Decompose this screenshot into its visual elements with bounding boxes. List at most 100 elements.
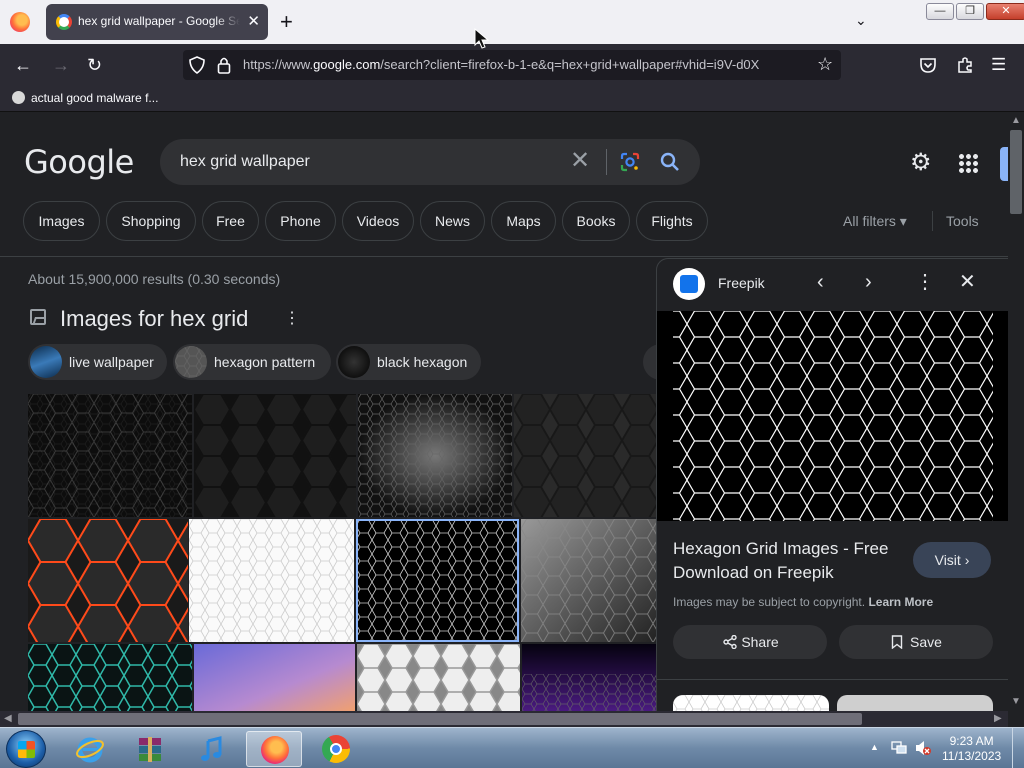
- winrar-icon: [139, 737, 161, 762]
- chip-label: hexagon pattern: [214, 354, 316, 370]
- related-chip-black-hexagon[interactable]: black hexagon: [336, 344, 481, 380]
- pocket-icon[interactable]: [919, 56, 937, 74]
- save-button[interactable]: Save: [839, 625, 993, 659]
- share-button[interactable]: Share: [673, 625, 827, 659]
- google-logo[interactable]: Google: [24, 143, 134, 181]
- taskbar-winrar[interactable]: [122, 731, 178, 767]
- bookmark-item[interactable]: actual good malware f...: [12, 91, 158, 105]
- tools-button[interactable]: Tools: [946, 213, 979, 229]
- image-result[interactable]: [194, 644, 355, 711]
- chrome-icon: [322, 735, 350, 763]
- images-heading[interactable]: Images for hex grid: [60, 306, 248, 332]
- all-filters-label: All filters: [843, 213, 896, 229]
- chip-news[interactable]: News: [420, 201, 485, 241]
- firefox-logo-icon[interactable]: [10, 12, 30, 32]
- image-result[interactable]: [357, 644, 520, 711]
- source-name[interactable]: Freepik: [718, 275, 765, 291]
- chip-flights[interactable]: Flights: [636, 201, 708, 241]
- image-result[interactable]: [522, 644, 656, 711]
- next-image-icon[interactable]: ›: [865, 271, 872, 293]
- horizontal-scroll-thumb[interactable]: [18, 713, 862, 725]
- forward-icon[interactable]: →: [52, 54, 70, 76]
- all-filters-button[interactable]: All filters ▾: [843, 213, 907, 230]
- learn-more-link[interactable]: Learn More: [868, 595, 933, 609]
- lock-icon[interactable]: [217, 56, 231, 74]
- settings-gear-icon[interactable]: ⚙: [910, 151, 932, 175]
- image-icon: [30, 309, 46, 325]
- image-title[interactable]: Hexagon Grid Images - Free Download on F…: [673, 537, 903, 585]
- chip-free[interactable]: Free: [202, 201, 259, 241]
- chip-phone[interactable]: Phone: [265, 201, 336, 241]
- new-tab-icon[interactable]: +: [280, 10, 293, 34]
- app-menu-icon[interactable]: ☰: [991, 54, 1006, 76]
- visit-button[interactable]: Visit ›: [913, 542, 991, 578]
- related-chip-live-wallpaper[interactable]: live wallpaper: [28, 344, 167, 380]
- more-options-icon[interactable]: ⋮: [915, 271, 935, 293]
- image-result[interactable]: [521, 519, 656, 642]
- search-input[interactable]: hex grid wallpaper: [180, 153, 310, 171]
- taskbar-itunes[interactable]: [184, 731, 240, 767]
- scroll-left-arrow-icon[interactable]: ◀: [4, 713, 12, 724]
- visit-label: Visit: [934, 552, 961, 568]
- image-result[interactable]: [194, 394, 356, 517]
- close-window-button[interactable]: ✕: [986, 3, 1024, 20]
- clear-search-icon[interactable]: ✕: [570, 148, 590, 174]
- image-result[interactable]: [358, 394, 512, 517]
- list-all-tabs-icon[interactable]: ⌄: [855, 12, 867, 29]
- chip-videos[interactable]: Videos: [342, 201, 414, 241]
- previous-image-icon[interactable]: ‹: [817, 271, 824, 293]
- chip-images[interactable]: Images: [23, 201, 100, 241]
- image-result[interactable]: [28, 394, 192, 517]
- extensions-icon[interactable]: [956, 56, 974, 74]
- tab-active[interactable]: hex grid wallpaper - Google Search ✕: [46, 4, 268, 40]
- image-result[interactable]: [28, 644, 192, 711]
- tab-close-icon[interactable]: ✕: [247, 13, 260, 31]
- close-panel-icon[interactable]: ✕: [959, 271, 976, 293]
- image-result[interactable]: [189, 519, 354, 642]
- taskbar-firefox[interactable]: [246, 731, 302, 767]
- taskbar-chrome[interactable]: [308, 731, 364, 767]
- image-result[interactable]: [514, 394, 656, 517]
- image-result-selected[interactable]: [356, 519, 519, 642]
- chip-books[interactable]: Books: [562, 201, 630, 241]
- chip-label: black hexagon: [377, 354, 468, 370]
- results-stats: About 15,900,000 results (0.30 seconds): [28, 271, 281, 287]
- vertical-scroll-thumb[interactable]: [1010, 130, 1022, 214]
- image-result[interactable]: [28, 519, 188, 642]
- related-image[interactable]: [837, 695, 993, 711]
- url-bar[interactable]: https://www.google.com/search?client=fir…: [183, 50, 841, 80]
- related-image[interactable]: [673, 695, 829, 711]
- scroll-up-arrow-icon[interactable]: ▲: [1011, 115, 1021, 126]
- tracking-shield-icon[interactable]: [189, 56, 205, 74]
- show-desktop-button[interactable]: [1012, 728, 1024, 768]
- network-icon[interactable]: [890, 740, 908, 756]
- related-chip-hexagon-pattern[interactable]: hexagon pattern: [173, 344, 331, 380]
- sign-in-button[interactable]: [1000, 147, 1008, 181]
- show-hidden-icons-icon[interactable]: ▲: [870, 742, 879, 752]
- chip-maps[interactable]: Maps: [491, 201, 556, 241]
- google-apps-icon[interactable]: [958, 153, 978, 173]
- reload-icon[interactable]: ↻: [87, 54, 102, 76]
- back-icon[interactable]: ←: [14, 54, 32, 76]
- search-icon[interactable]: [660, 152, 680, 172]
- search-box[interactable]: hex grid wallpaper ✕: [160, 139, 700, 185]
- google-lens-icon[interactable]: [620, 152, 640, 172]
- bookmark-star-icon[interactable]: ☆: [817, 54, 833, 75]
- url-text[interactable]: https://www.google.com/search?client=fir…: [243, 57, 808, 72]
- chip-thumbnail: [338, 346, 370, 378]
- share-icon: [723, 635, 737, 649]
- freepik-logo-icon[interactable]: [673, 268, 705, 300]
- restore-button[interactable]: ❐: [956, 3, 984, 20]
- minimize-button[interactable]: —: [926, 3, 954, 20]
- scroll-down-arrow-icon[interactable]: ▼: [1011, 696, 1021, 707]
- taskbar-internet-explorer[interactable]: [62, 731, 118, 767]
- chip-shopping[interactable]: Shopping: [106, 201, 196, 241]
- tab-bar: hex grid wallpaper - Google Search ✕ + ⌄…: [0, 0, 1024, 44]
- preview-image[interactable]: [657, 311, 1008, 521]
- scroll-right-arrow-icon[interactable]: ▶: [994, 713, 1002, 724]
- nav-bar: ← → ↻ https://www.google.com/search?clie…: [0, 44, 1024, 86]
- more-options-icon[interactable]: ⋮: [284, 311, 300, 327]
- start-button[interactable]: [6, 730, 46, 768]
- volume-muted-icon[interactable]: [914, 739, 932, 757]
- system-clock[interactable]: 9:23 AM 11/13/2023: [942, 734, 1001, 764]
